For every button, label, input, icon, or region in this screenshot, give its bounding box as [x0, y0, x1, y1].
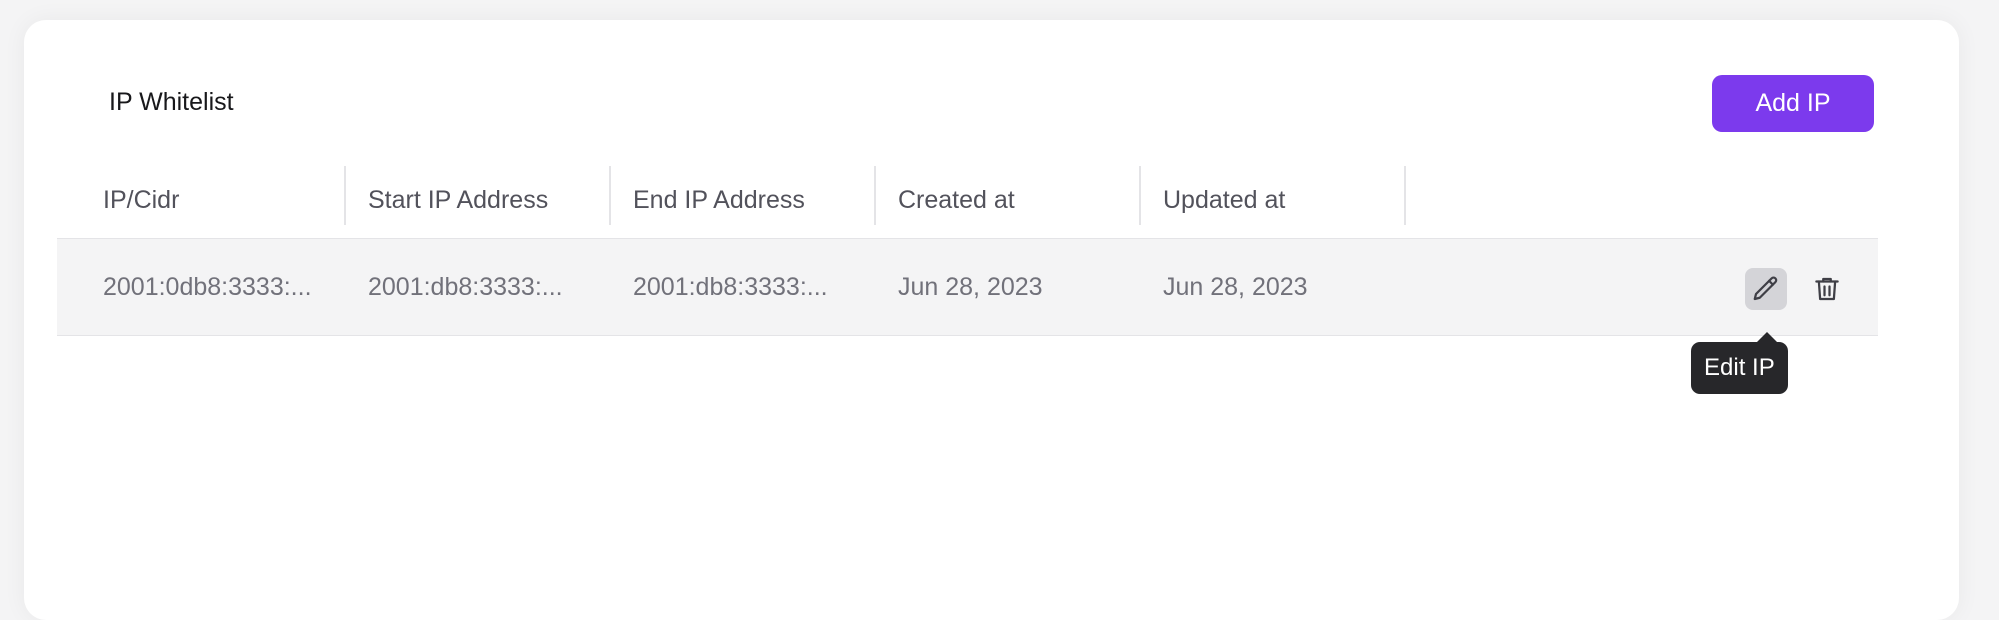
table-row: 2001:0db8:3333:... 2001:db8:3333:... 200…	[57, 239, 1878, 336]
column-header-start-ip[interactable]: Start IP Address	[368, 163, 548, 238]
pencil-icon	[1753, 276, 1778, 301]
card-title: IP Whitelist	[109, 88, 234, 116]
column-divider[interactable]	[1139, 166, 1141, 225]
table-header: IP/Cidr Start IP Address End IP Address …	[57, 163, 1878, 239]
cell-updated-at: Jun 28, 2023	[1163, 272, 1308, 301]
column-header-updated-at[interactable]: Updated at	[1163, 163, 1285, 238]
column-divider[interactable]	[1404, 166, 1406, 225]
cell-created-at: Jun 28, 2023	[898, 272, 1043, 301]
column-divider[interactable]	[609, 166, 611, 225]
tooltip-arrow	[1757, 332, 1777, 342]
edit-ip-button[interactable]	[1745, 268, 1787, 310]
edit-ip-tooltip: Edit IP	[1691, 342, 1788, 394]
column-divider[interactable]	[344, 166, 346, 225]
cell-ip-cidr: 2001:0db8:3333:...	[103, 272, 312, 301]
cell-end-ip: 2001:db8:3333:...	[633, 272, 828, 301]
ip-whitelist-table: IP/Cidr Start IP Address End IP Address …	[57, 163, 1878, 336]
column-header-created-at[interactable]: Created at	[898, 163, 1015, 238]
add-ip-button[interactable]: Add IP	[1712, 75, 1874, 132]
delete-ip-button[interactable]	[1806, 268, 1848, 310]
column-divider[interactable]	[874, 166, 876, 225]
trash-icon	[1815, 277, 1839, 301]
column-header-ip-cidr[interactable]: IP/Cidr	[103, 163, 179, 238]
column-header-end-ip[interactable]: End IP Address	[633, 163, 805, 238]
cell-start-ip: 2001:db8:3333:...	[368, 272, 563, 301]
